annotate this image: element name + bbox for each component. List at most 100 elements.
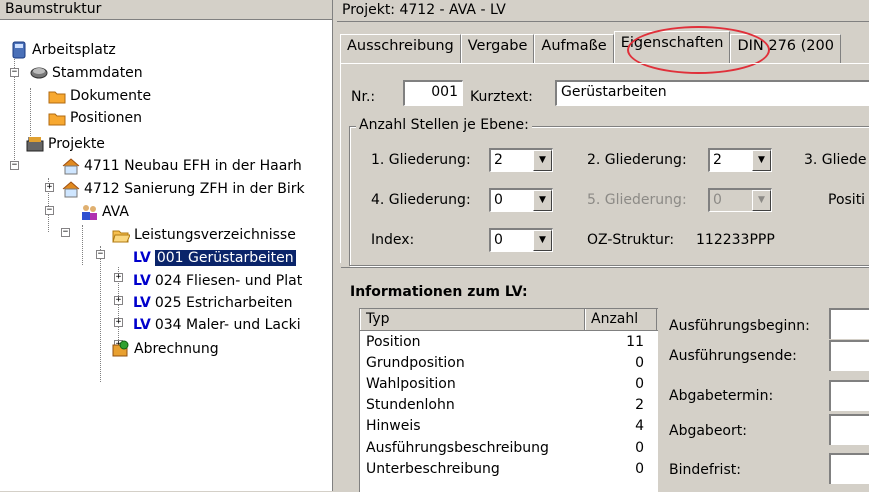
- kurztext-field[interactable]: Gerüstarbeiten: [555, 80, 869, 106]
- folder-icon: [48, 87, 66, 105]
- lv-badge: LV: [133, 295, 151, 311]
- gliederung-1-select[interactable]: 2 ▼: [489, 148, 553, 172]
- index-select[interactable]: 0 ▼: [489, 228, 553, 252]
- typ-cell: Hinweis: [366, 418, 421, 435]
- chevron-down-icon[interactable]: ▼: [533, 190, 552, 211]
- abgabeort-label: Abgabeort:: [669, 423, 747, 439]
- ausfuehrungsbeginn-field[interactable]: [829, 308, 869, 339]
- typ-cell: Grundposition: [366, 354, 465, 371]
- anzahl-cell: 0: [635, 460, 644, 477]
- list-item[interactable]: Grundposition 0: [360, 352, 658, 373]
- anzahl-cell: 11: [626, 333, 644, 350]
- collapse-toggle[interactable]: −: [10, 161, 19, 170]
- tree-node-abrechnung[interactable]: Abrechnung: [112, 338, 219, 360]
- tree-node-leistungsverzeichnisse[interactable]: Leistungsverzeichnisse: [112, 224, 296, 246]
- select-value: 0: [713, 192, 722, 208]
- computer-icon: [10, 41, 28, 59]
- tree-panel: Baumstruktur Arbeitsplatz − Stammdaten D…: [0, 0, 333, 491]
- tree-label: Leistungsverzeichnisse: [134, 227, 296, 243]
- tree-node-dokumente[interactable]: Dokumente: [48, 85, 151, 107]
- positions-label: Positi: [828, 192, 866, 208]
- tree-node-projekte[interactable]: Projekte: [26, 133, 105, 155]
- list-item[interactable]: Stundenlohn 2: [360, 395, 658, 416]
- collapse-toggle[interactable]: −: [61, 228, 70, 237]
- lv-stats-list[interactable]: Typ Anzahl Position 11 Grundposition 0 Wah…: [359, 308, 658, 492]
- expand-toggle[interactable]: +: [114, 273, 123, 282]
- typ-cell: Ausführungsbeschreibung: [366, 439, 549, 456]
- anzahl-cell: 2: [635, 397, 644, 414]
- index-label: Index:: [371, 232, 415, 248]
- tab-aufmasse[interactable]: Aufmaße: [534, 34, 614, 63]
- bindefrist-field[interactable]: [829, 453, 869, 484]
- tree-label: Arbeitsplatz: [32, 42, 116, 58]
- collapse-toggle[interactable]: −: [10, 68, 19, 77]
- projects-icon: [26, 135, 44, 153]
- ausfuehrungsende-label: Ausführungsende:: [669, 348, 797, 364]
- tree-label: Stammdaten: [52, 65, 143, 81]
- list-header: Typ Anzahl: [360, 309, 658, 331]
- anzahl-cell: 0: [635, 375, 644, 392]
- ausfuehrungsbeginn-label: Ausführungsbeginn:: [669, 318, 810, 334]
- nr-field[interactable]: 001: [403, 80, 463, 106]
- abgabeort-field[interactable]: [829, 414, 869, 445]
- tree-node-lv-024[interactable]: LV 024 Fliesen- und Plat: [133, 270, 302, 292]
- info-title: Informationen zum LV:: [350, 284, 528, 300]
- select-value: 0: [494, 192, 503, 208]
- typ-cell: Stundenlohn: [366, 397, 455, 414]
- column-header-typ[interactable]: Typ: [360, 309, 585, 330]
- chevron-down-icon[interactable]: ▼: [752, 150, 771, 171]
- tree-node-ava[interactable]: AVA: [80, 201, 129, 223]
- list-item[interactable]: Unterbeschreibung 0: [360, 458, 658, 479]
- abgabetermin-field[interactable]: [829, 380, 869, 411]
- tree-panel-header: Baumstruktur: [0, 0, 332, 20]
- tree-node-project-4711[interactable]: 4711 Neubau EFH in der Haarh: [62, 155, 302, 177]
- list-item[interactable]: Hinweis 4: [360, 416, 658, 437]
- gliederung-5-select: 0 ▼: [708, 188, 772, 212]
- house-icon: [62, 180, 80, 198]
- select-value: 2: [713, 152, 722, 168]
- chevron-down-icon[interactable]: ▼: [533, 150, 552, 171]
- nr-label: Nr.:: [351, 89, 376, 105]
- column-header-anzahl[interactable]: Anzahl: [585, 309, 657, 330]
- tree-node-lv-001[interactable]: LV 001 Gerüstarbeiten: [133, 247, 296, 269]
- collapse-toggle[interactable]: −: [45, 206, 54, 215]
- list-item[interactable]: Ausführungsbeschreibung 0: [360, 437, 658, 458]
- expand-toggle[interactable]: +: [114, 318, 123, 327]
- gliederung-4-select[interactable]: 0 ▼: [489, 188, 553, 212]
- expand-toggle[interactable]: +: [114, 296, 123, 305]
- lv-info-section: Informationen zum LV: Typ Anzahl Positio…: [341, 267, 869, 492]
- list-item[interactable]: Wahlposition 0: [360, 373, 658, 394]
- gliederung-4-label: 4. Gliederung:: [371, 192, 471, 208]
- levels-group-label: Anzahl Stellen je Ebene:: [356, 117, 532, 133]
- list-item[interactable]: Position 11: [360, 331, 658, 352]
- tab-vergabe[interactable]: Vergabe: [460, 34, 535, 63]
- gliederung-5-label: 5. Gliederung:: [587, 192, 687, 208]
- select-value: 0: [494, 232, 503, 248]
- collapse-toggle[interactable]: −: [96, 250, 105, 259]
- people-icon: [80, 203, 98, 221]
- abgabetermin-label: Abgabetermin:: [669, 388, 774, 404]
- folder-icon: [48, 109, 66, 127]
- tree-node-stammdaten[interactable]: Stammdaten: [30, 62, 143, 84]
- chevron-down-icon[interactable]: ▼: [533, 230, 552, 251]
- ausfuehrungsende-field[interactable]: [829, 340, 869, 371]
- tab-ausschreibung[interactable]: Ausschreibung: [340, 34, 461, 63]
- tree-node-lv-025[interactable]: LV 025 Estricharbeiten: [133, 292, 293, 314]
- expand-toggle[interactable]: +: [45, 183, 54, 192]
- tree-node-positionen[interactable]: Positionen: [48, 107, 142, 129]
- tree-node-project-4712[interactable]: 4712 Sanierung ZFH in der Birk: [62, 178, 305, 200]
- tree-node-arbeitsplatz[interactable]: Arbeitsplatz: [10, 39, 116, 61]
- tree-label-selected: 001 Gerüstarbeiten: [154, 250, 296, 266]
- tree-label: Abrechnung: [134, 341, 219, 357]
- lv-badge: LV: [133, 250, 151, 266]
- tree-node-lv-034[interactable]: LV 034 Maler- und Lacki: [133, 314, 301, 336]
- tree-label: 024 Fliesen- und Plat: [154, 273, 303, 289]
- typ-cell: Wahlposition: [366, 375, 456, 392]
- anzahl-cell: 0: [635, 354, 644, 371]
- tree-label: Dokumente: [70, 88, 152, 104]
- billing-icon: [112, 340, 130, 358]
- kurztext-label: Kurztext:: [470, 89, 533, 105]
- anzahl-cell: 4: [635, 418, 644, 435]
- gliederung-2-select[interactable]: 2 ▼: [708, 148, 772, 172]
- tree-label: Positionen: [70, 110, 142, 126]
